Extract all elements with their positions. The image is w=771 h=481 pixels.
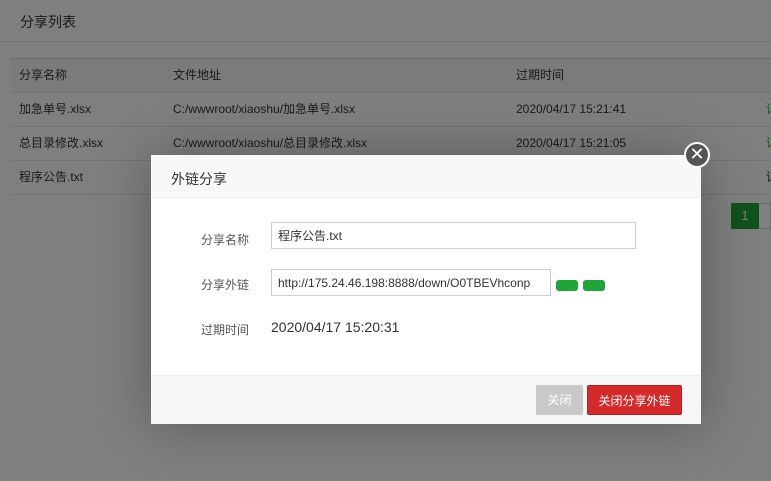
dialog-footer: 关闭 关闭分享外链	[151, 375, 701, 424]
qrcode-button[interactable]	[583, 280, 605, 291]
close-share-link-button[interactable]: 关闭分享外链	[587, 385, 682, 415]
close-icon[interactable]: ✕	[684, 142, 710, 168]
share-name-input[interactable]	[271, 222, 636, 249]
share-link-input[interactable]	[271, 269, 551, 296]
expire-label: 过期时间	[201, 323, 250, 337]
share-link-dialog: 外链分享 ✕ 分享名称 分享外链 过期时间 2020/04/17 15:20:3…	[151, 142, 710, 424]
dialog-header: 外链分享	[151, 155, 701, 198]
dialog-title: 外链分享	[171, 171, 227, 187]
share-link-label: 分享外链	[201, 278, 250, 292]
copy-link-button[interactable]	[556, 280, 578, 291]
expire-value: 2020/04/17 15:20:31	[271, 319, 400, 335]
share-name-label: 分享名称	[201, 233, 250, 247]
close-button[interactable]: 关闭	[536, 385, 583, 415]
